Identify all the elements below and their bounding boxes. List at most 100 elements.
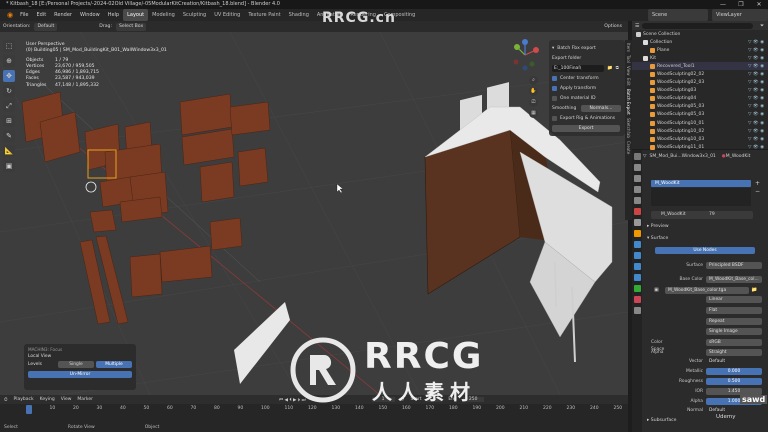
export-folder-field[interactable]: E:_100Final\ xyxy=(552,64,604,72)
visibility-toggles[interactable]: ▽ 👁 ◉ xyxy=(748,88,764,93)
menu-window[interactable]: Window xyxy=(76,9,104,21)
view-menu[interactable]: View xyxy=(61,397,72,402)
cursor-tool-icon[interactable]: ⊕ xyxy=(3,55,15,67)
output-tab-icon[interactable] xyxy=(633,175,641,182)
modifier-tab-icon[interactable] xyxy=(633,241,641,248)
navigation-gizmo[interactable] xyxy=(508,38,542,72)
particles-tab-icon[interactable] xyxy=(633,252,641,259)
search-input[interactable] xyxy=(642,22,753,29)
extension-dropdown[interactable]: Repeat xyxy=(706,318,762,325)
filter-icon[interactable]: ⏷ xyxy=(760,23,764,29)
close-button[interactable]: ✕ xyxy=(750,0,768,9)
outliner-row[interactable]: WoodSculpting05_03 ▽ 👁 ◉ xyxy=(632,111,768,119)
outliner-row[interactable]: Recovered_Tool1 ▽ 👁 ◉ xyxy=(632,62,768,71)
export-rig-checkbox[interactable] xyxy=(552,115,557,121)
world-tab-icon[interactable] xyxy=(633,208,641,215)
select-box-icon[interactable]: ⬚ xyxy=(3,40,15,52)
outliner-row[interactable]: WoodSculpting10_03 ▽ 👁 ◉ xyxy=(632,135,768,143)
tab-sculpting[interactable]: Sculpting xyxy=(179,9,210,21)
menu-help[interactable]: Help xyxy=(104,9,123,21)
smoothing-dropdown[interactable]: Normals... xyxy=(581,104,621,112)
menu-render[interactable]: Render xyxy=(50,9,76,21)
annotate-tool-icon[interactable]: ✎ xyxy=(3,130,15,142)
alpha-mode-dropdown[interactable]: Straight xyxy=(706,349,762,356)
chevron-down-icon[interactable]: ▾ xyxy=(552,46,554,51)
add-cube-icon[interactable]: ▣ xyxy=(3,160,15,172)
render-tab-icon[interactable] xyxy=(633,164,641,171)
grid-icon[interactable]: ▦ xyxy=(529,109,538,118)
tab-modeling[interactable]: Modeling xyxy=(148,9,179,21)
tool-tab-icon[interactable] xyxy=(633,153,641,160)
interpolation-dropdown[interactable]: Linear xyxy=(706,296,762,303)
surface-panel-header[interactable]: ▾ Surface xyxy=(647,236,668,241)
visibility-toggles[interactable]: ▽ 👁 ◉ xyxy=(748,56,764,61)
vector-field[interactable]: Default xyxy=(706,358,762,365)
source-dropdown[interactable]: Single Image xyxy=(706,328,762,335)
object-tab-icon[interactable] xyxy=(633,230,641,237)
tab-sketchfab[interactable]: Sketchfab xyxy=(625,118,632,138)
menu-edit[interactable]: Edit xyxy=(32,9,50,21)
material-slot-list[interactable] xyxy=(651,188,751,206)
camera-icon[interactable]: ⎚ xyxy=(529,98,538,107)
zoom-icon[interactable]: ⌕ xyxy=(529,76,538,85)
transform-tool-icon[interactable]: ⊞ xyxy=(3,115,15,127)
one-material-checkbox[interactable] xyxy=(552,95,557,101)
material-name-field[interactable]: M_WoodKit xyxy=(661,212,686,217)
tab-texture-paint[interactable]: Texture Paint xyxy=(244,9,284,21)
surface-shader-field[interactable]: Principled BSDF xyxy=(706,262,762,269)
multiple-button[interactable]: Multiple xyxy=(96,360,132,368)
options-menu[interactable]: Options xyxy=(604,23,622,31)
viewlayer-selector[interactable]: ViewLayer xyxy=(712,9,768,21)
scene-tab-icon[interactable] xyxy=(633,197,641,204)
orientation-dropdown[interactable]: Default xyxy=(34,22,58,31)
keying-menu[interactable]: Keying xyxy=(40,397,55,402)
visibility-toggles[interactable]: ▽ 👁 ◉ xyxy=(748,80,764,85)
preview-panel-header[interactable]: ▸ Preview xyxy=(647,224,669,229)
outliner-row[interactable]: Plane ▽ 👁 ◉ xyxy=(632,46,768,54)
drag-dropdown[interactable]: Select Box xyxy=(116,22,147,31)
outliner-row[interactable]: WoodSculpting02_03 ▽ 👁 ◉ xyxy=(632,79,768,87)
scale-tool-icon[interactable]: ⤢ xyxy=(3,100,15,112)
slot-remove-icon[interactable]: − xyxy=(755,188,760,195)
image-folder-icon[interactable]: 📁 xyxy=(751,287,757,293)
tab-edit[interactable]: Edit xyxy=(625,78,632,86)
projection-dropdown[interactable]: Flat xyxy=(706,307,762,314)
minimize-button[interactable]: — xyxy=(714,0,732,9)
subsurface-panel-header[interactable]: ▸ Subsurface xyxy=(647,418,677,423)
material-slot-row[interactable]: M_WoodKit xyxy=(651,180,751,187)
outliner-row[interactable]: Collection ▽ 👁 ◉ xyxy=(632,38,768,46)
menu-file[interactable]: File xyxy=(16,9,32,21)
scene-selector[interactable]: Scene xyxy=(648,9,708,21)
clock-icon[interactable]: ⏱ xyxy=(4,397,8,403)
blender-logo-icon[interactable]: ◉ xyxy=(4,11,16,19)
slot-add-icon[interactable]: + xyxy=(755,180,760,187)
maximize-button[interactable]: ❐ xyxy=(732,0,750,9)
visibility-toggles[interactable]: ▽ 👁 ◉ xyxy=(748,121,764,126)
data-tab-icon[interactable] xyxy=(633,285,641,292)
playback-menu[interactable]: Playback xyxy=(14,397,34,402)
apply-transform-checkbox[interactable] xyxy=(552,85,557,91)
metallic-slider[interactable]: 0.000 xyxy=(706,368,762,375)
tab-item[interactable]: Item xyxy=(625,43,632,52)
outliner-row[interactable]: Scene Collection xyxy=(632,30,768,38)
tab-layout[interactable]: Layout xyxy=(123,9,149,21)
visibility-toggles[interactable]: ▽ 👁 ◉ xyxy=(748,96,764,101)
pan-hand-icon[interactable]: ✋ xyxy=(529,87,538,96)
move-tool-icon[interactable]: ✥ xyxy=(3,70,15,82)
image-browse-icon[interactable]: ▣ xyxy=(654,287,659,293)
visibility-toggles[interactable]: ▽ 👁 ◉ xyxy=(748,48,764,53)
visibility-toggles[interactable]: ▽ 👁 ◉ xyxy=(748,112,764,117)
outliner-row[interactable]: WoodSculpting04 ▽ 👁 ◉ xyxy=(632,95,768,103)
folder-icon[interactable]: 📁 xyxy=(607,66,613,71)
marker-menu[interactable]: Marker xyxy=(77,397,93,402)
outliner-row[interactable]: WoodSculpting02_02 ▽ 👁 ◉ xyxy=(632,70,768,78)
visibility-toggles[interactable]: ▽ 👁 ◉ xyxy=(748,129,764,134)
visibility-toggles[interactable]: ▽ 👁 ◉ xyxy=(748,104,764,109)
outliner-editor-icon[interactable]: ☰ xyxy=(635,23,639,29)
tab-batch-export[interactable]: Batch Export xyxy=(625,89,632,115)
rotate-tool-icon[interactable]: ↻ xyxy=(3,85,15,97)
tab-create[interactable]: Create xyxy=(625,141,632,154)
tab-shading[interactable]: Shading xyxy=(285,9,313,21)
outliner-row[interactable]: WoodSculpting03 ▽ 👁 ◉ xyxy=(632,87,768,95)
visibility-toggles[interactable]: ▽ 👁 ◉ xyxy=(748,40,764,45)
